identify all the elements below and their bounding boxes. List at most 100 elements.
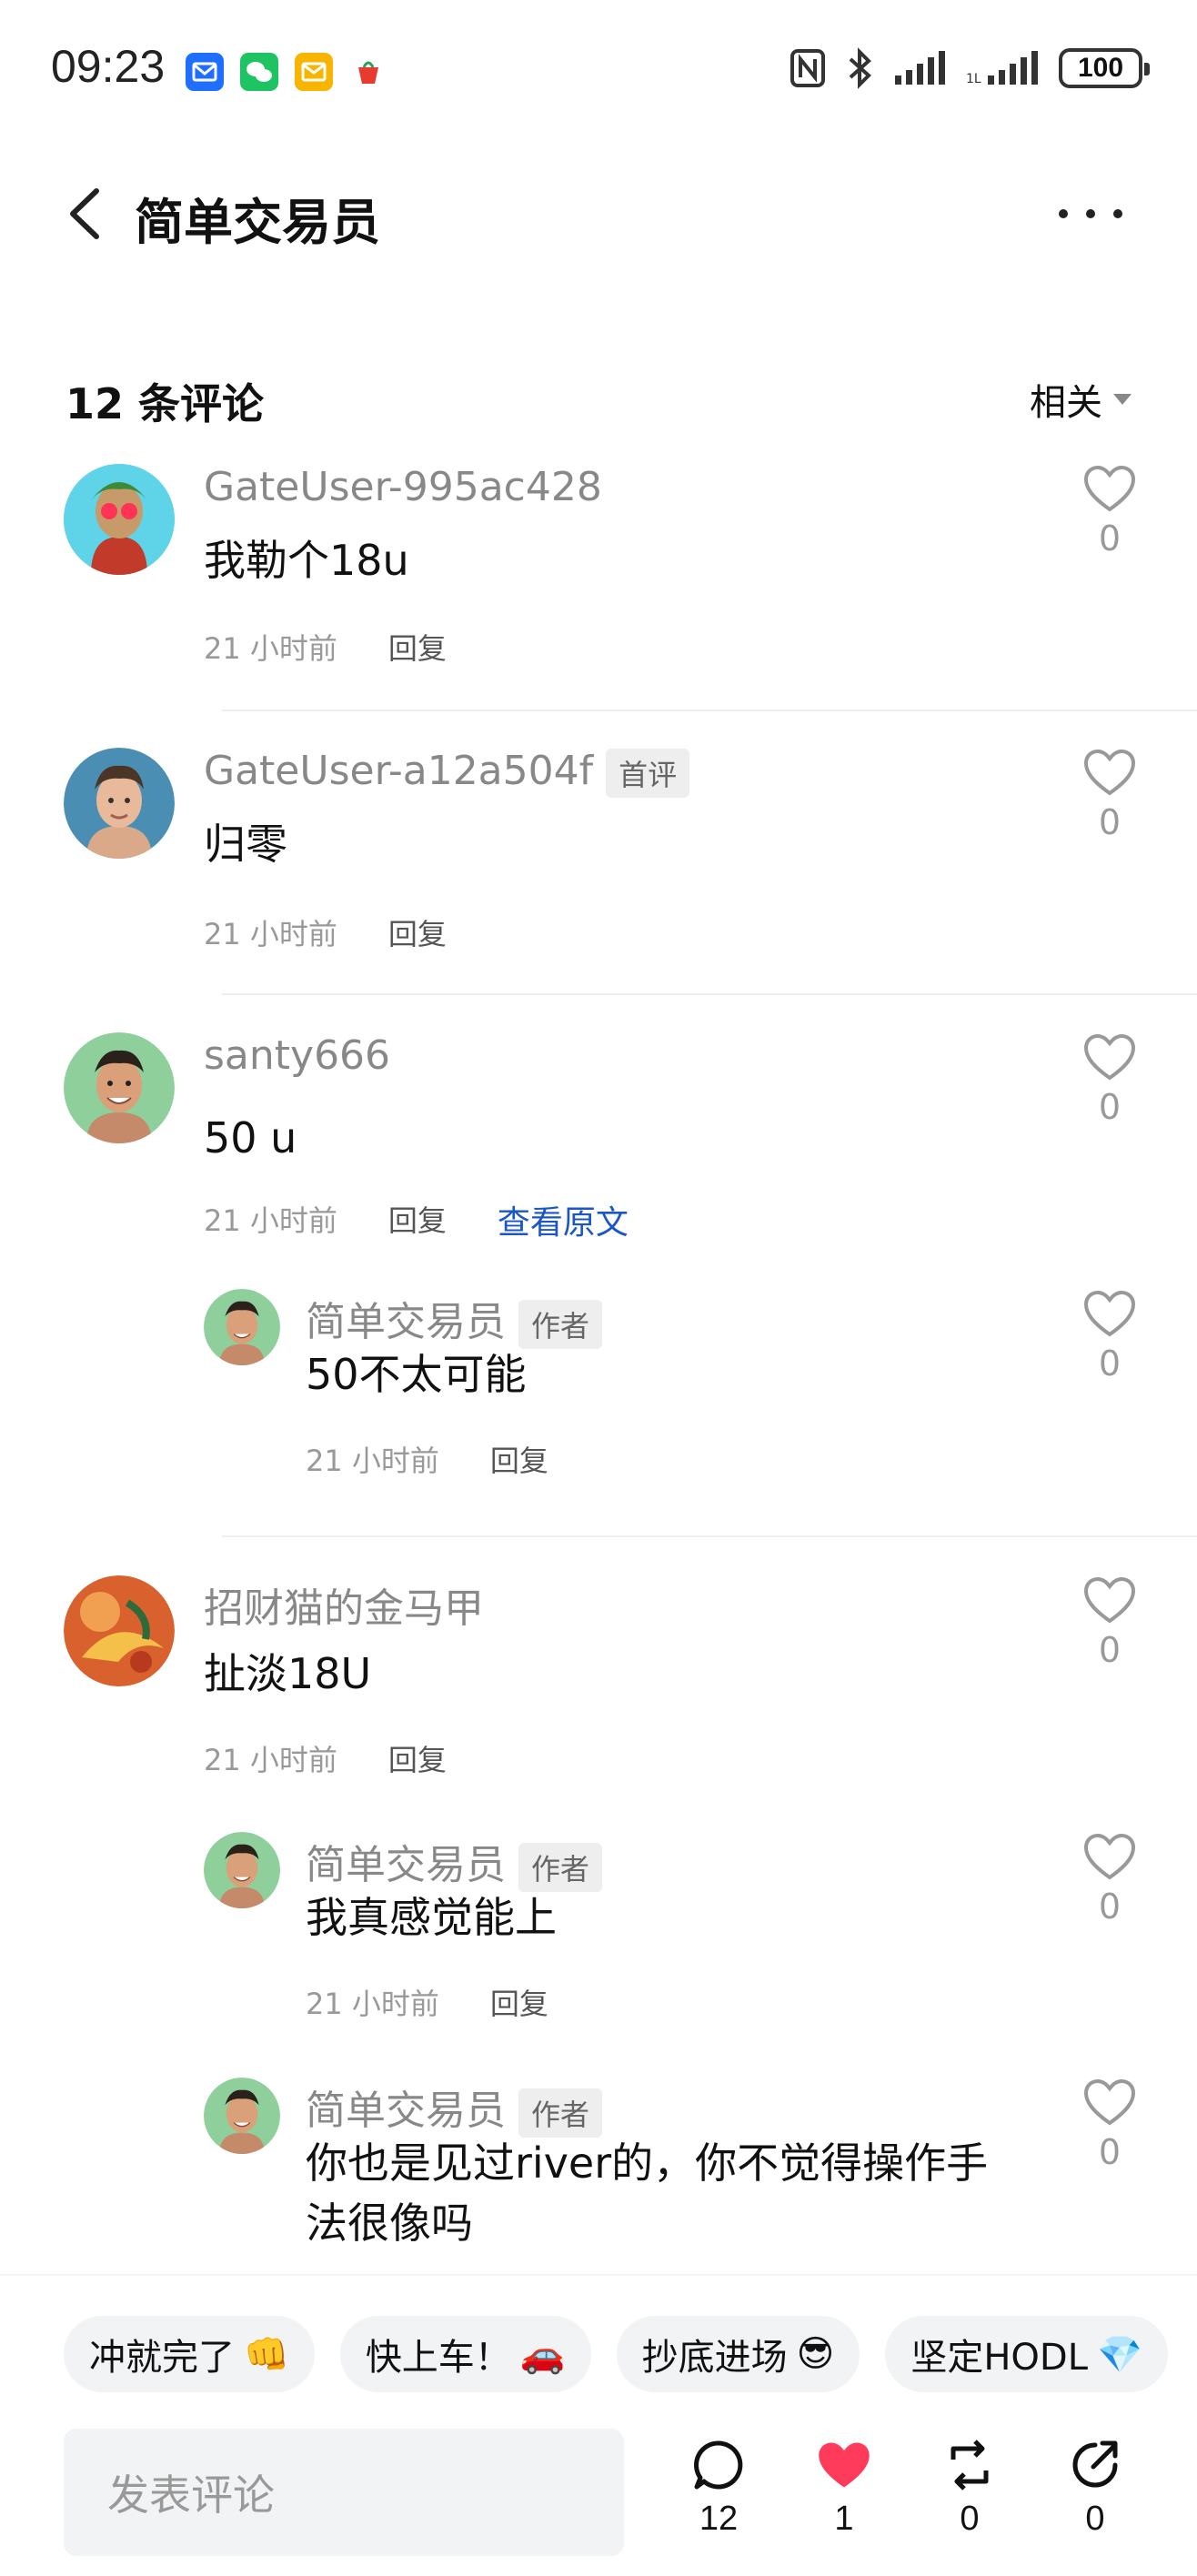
avatar[interactable] [204, 2078, 280, 2154]
reply-button[interactable]: 回复 [388, 626, 447, 668]
repost-action-button[interactable]: 0 [924, 2438, 1015, 2539]
svg-text:1L: 1L [966, 72, 981, 86]
comment-action-button[interactable]: 12 [673, 2438, 764, 2539]
sort-dropdown[interactable]: 相关 [1030, 373, 1132, 426]
reply-button[interactable]: 回复 [388, 1737, 447, 1779]
like-button[interactable]: 0 [1077, 1032, 1142, 1127]
like-button[interactable]: 0 [1077, 748, 1142, 842]
comment-text: 50 u [204, 1113, 297, 1162]
first-comment-badge: 首评 [606, 749, 690, 798]
reply-meta: 21 小时前 回复 [306, 1981, 548, 2023]
share-icon [1072, 2440, 1118, 2488]
quick-reply-chip[interactable]: 抄底进场 😎 [616, 2316, 860, 2392]
avatar[interactable] [64, 1032, 175, 1143]
comment-bubble-icon [693, 2440, 743, 2490]
reply-button[interactable]: 回复 [388, 911, 447, 953]
heart-icon [1083, 1033, 1136, 1081]
quick-reply-chip[interactable]: 坚定HODL 💎 [885, 2316, 1168, 2392]
heart-icon [1083, 1290, 1136, 1337]
reply-item: 简单交易员 作者 50不太可能 21 小时前 回复 0 [0, 1289, 1197, 1489]
like-button[interactable]: 0 [1077, 464, 1142, 558]
back-button[interactable] [58, 182, 113, 246]
comment-text: 我勒个18u [204, 536, 409, 585]
reply-item: 简单交易员 作者 你也是见过river的，你不觉得操作手 法很像吗 0 [0, 2078, 1197, 2274]
reply-time: 21 小时前 [306, 1444, 439, 1478]
comment-item: santy666 50 u 21 小时前 回复 查看原文 0 简单交易员 作者 5… [0, 1032, 1197, 1542]
comment-meta: 21 小时前 回复 查看原文 [204, 1198, 629, 1243]
avatar[interactable] [64, 748, 175, 859]
view-original-link[interactable]: 查看原文 [498, 1196, 629, 1243]
like-action-button[interactable]: 1 [799, 2438, 890, 2539]
fist-icon: 👊 [244, 2333, 289, 2376]
username-link[interactable]: 简单交易员 [306, 1842, 506, 1888]
comment-username: GateUser-a12a504f 首评 [204, 748, 690, 798]
reply-time: 21 小时前 [306, 1987, 439, 2021]
username-link[interactable]: 简单交易员 [306, 2088, 506, 2134]
comment-time: 21 小时前 [204, 1203, 337, 1238]
reply-button[interactable]: 回复 [490, 1438, 548, 1480]
like-button[interactable]: 0 [1077, 1832, 1142, 1927]
status-bar: 09:23 1L 100 [0, 0, 1197, 136]
post-actions: 12 1 0 0 [673, 2438, 1164, 2556]
divider [222, 709, 1197, 711]
comment-username[interactable]: GateUser-995ac428 [204, 464, 602, 510]
car-icon: 🚗 [519, 2333, 566, 2376]
top-bar: 简单交易员 [0, 164, 1197, 264]
comment-time: 21 小时前 [204, 631, 337, 666]
diamond-icon: 💎 [1096, 2333, 1142, 2376]
comment-input[interactable]: 发表评论 [64, 2429, 624, 2556]
reply-text: 50不太可能 [306, 1350, 527, 1399]
repost-icon [951, 2440, 989, 2490]
reply-button[interactable]: 回复 [388, 1198, 447, 1243]
dropdown-arrow-icon [1113, 394, 1132, 405]
quick-reply-chip[interactable]: 快上车！ 🚗 [339, 2316, 591, 2392]
like-action-count: 1 [834, 2500, 854, 2538]
reply-username: 简单交易员 作者 [306, 2078, 603, 2138]
quick-reply-chip[interactable]: 冲就完了 👊 [64, 2316, 315, 2392]
comment-meta: 21 小时前 回复 [204, 626, 447, 668]
comment-action-count: 12 [699, 2500, 739, 2538]
wechat-icon [240, 53, 278, 91]
comment-username[interactable]: santy666 [204, 1032, 390, 1079]
comments-header: 12 条评论 相关 [65, 364, 1132, 428]
reply-username: 简单交易员 作者 [306, 1832, 603, 1892]
username-link[interactable]: 简单交易员 [306, 1299, 506, 1345]
heart-icon [1083, 1833, 1136, 1880]
app-icon [349, 53, 387, 91]
username-link[interactable]: GateUser-a12a504f [204, 748, 593, 794]
chip-label: 快上车！ [365, 2337, 511, 2379]
avatar[interactable] [204, 1832, 280, 1908]
like-button[interactable]: 0 [1077, 1575, 1142, 1670]
status-icons: 1L 100 [790, 45, 1150, 91]
heart-filled-icon [819, 2442, 870, 2488]
repost-action-count: 0 [960, 2500, 980, 2538]
comment-time: 21 小时前 [204, 1743, 337, 1777]
avatar[interactable] [64, 1575, 175, 1686]
share-action-count: 0 [1085, 2500, 1105, 2538]
reply-text-line: 法很像吗 [306, 2199, 473, 2248]
more-dot [1059, 209, 1068, 218]
comment-username[interactable]: 招财猫的金马甲 [204, 1575, 484, 1634]
like-button[interactable]: 0 [1077, 1289, 1142, 1384]
more-options-button[interactable] [1059, 200, 1132, 227]
back-chevron-icon [70, 188, 99, 239]
nfc-icon [790, 49, 825, 87]
reply-username: 简单交易员 作者 [306, 1289, 603, 1349]
comment-item: GateUser-995ac428 我勒个18u 21 小时前 回复 0 [0, 464, 1197, 709]
status-time: 09:23 [51, 41, 166, 92]
like-button[interactable]: 0 [1077, 2078, 1142, 2172]
bottom-bar: 冲就完了 👊 快上车！ 🚗 抄底进场 😎 坚定HODL 💎 发表评论 12 1 0 0 [0, 2274, 1197, 2576]
avatar[interactable] [204, 1289, 280, 1365]
reply-button[interactable]: 回复 [490, 1981, 548, 2023]
comment-input-placeholder: 发表评论 [107, 2470, 275, 2520]
like-count: 0 [1098, 1087, 1122, 1127]
sort-label: 相关 [1030, 382, 1102, 424]
chip-label: 抄底进场 [641, 2337, 788, 2379]
signal-icon [895, 51, 945, 85]
avatar[interactable] [64, 464, 175, 575]
reply-meta: 21 小时前 回复 [306, 1438, 548, 1480]
comment-text: 归零 [204, 820, 287, 869]
divider [222, 1535, 1197, 1537]
chip-label: 坚定HODL [910, 2337, 1088, 2379]
share-action-button[interactable]: 0 [1050, 2438, 1141, 2539]
